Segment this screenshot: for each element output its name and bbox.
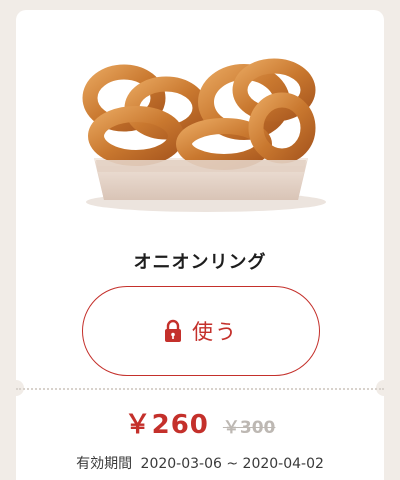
validity-label: 有効期間 — [76, 456, 133, 472]
price-row: ￥260 ￥300 — [16, 404, 384, 441]
original-price: ￥300 — [222, 418, 276, 438]
product-title: オニオンリング — [133, 252, 267, 273]
coupon-card: オニオンリング 使う ￥260 ￥300 有効期間 2020-03-06 ~ 2… — [16, 10, 384, 480]
validity-range: 2020-03-06 ~ 2020-04-02 — [140, 456, 324, 472]
validity-period: 有効期間 2020-03-06 ~ 2020-04-02 — [16, 453, 384, 473]
lock-icon — [165, 319, 181, 342]
product-image — [16, 10, 384, 235]
use-button-label: 使う — [192, 320, 238, 344]
current-price: ￥260 — [124, 410, 209, 440]
use-coupon-button[interactable]: 使う — [82, 286, 320, 376]
perforation-divider — [16, 388, 384, 390]
